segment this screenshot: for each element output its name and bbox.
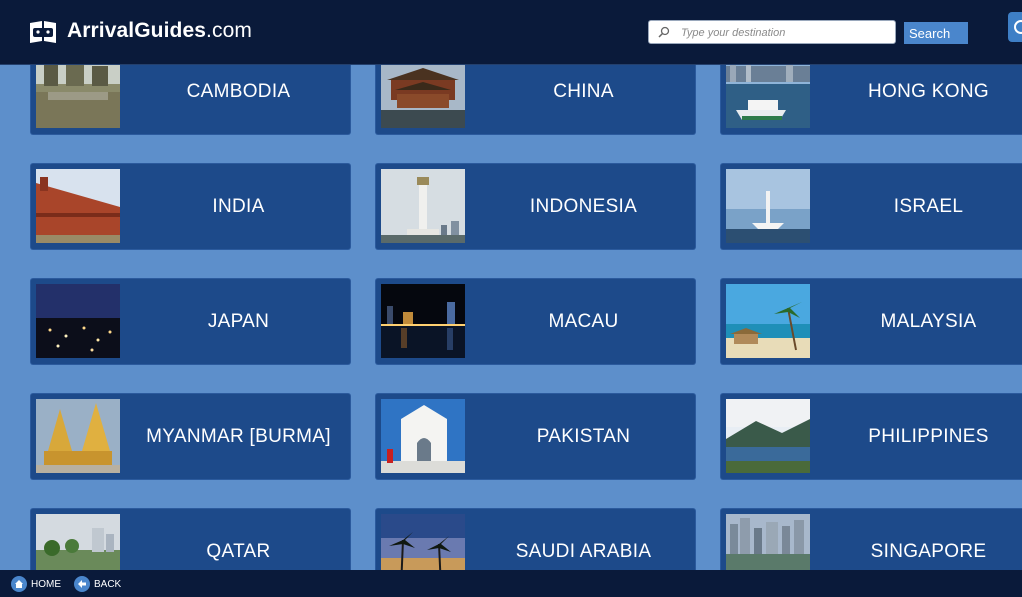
back-button[interactable]: BACK (74, 576, 121, 592)
destination-label: ISRAEL (893, 195, 964, 217)
destination-thumbnail (726, 284, 810, 358)
top-bar: ArrivalGuides.com Search (0, 0, 1022, 65)
book-logo-icon (30, 21, 56, 43)
destination-thumbnail (36, 284, 120, 358)
destination-thumbnail (726, 399, 810, 473)
destination-thumbnail (36, 169, 120, 243)
destination-thumbnail (381, 399, 465, 473)
destination-tile-malaysia[interactable]: MALAYSIA (721, 279, 1022, 364)
destination-thumbnail (381, 54, 465, 128)
destination-tile-israel[interactable]: ISRAEL (721, 164, 1022, 249)
search-button[interactable]: Search (904, 22, 968, 44)
brand-name: ArrivalGuides.com (67, 19, 252, 42)
back-arrow-icon (74, 576, 90, 592)
brand-logo[interactable]: ArrivalGuides.com (28, 15, 252, 47)
bottom-bar: HOME BACK (0, 570, 1022, 597)
search-input[interactable] (679, 23, 893, 43)
destination-thumbnail (381, 284, 465, 358)
destination-label: MYANMAR [BURMA] (146, 425, 331, 447)
destination-label: JAPAN (207, 310, 270, 332)
destination-grid: CAMBODIA CHINA HONG KONG INDIA INDONESIA… (0, 0, 1022, 594)
search-icon (658, 26, 670, 38)
home-label: HOME (31, 578, 61, 590)
destination-tile-india[interactable]: INDIA (31, 164, 350, 249)
home-button[interactable]: HOME (11, 576, 61, 592)
destination-label: PHILIPPINES (868, 425, 989, 447)
destination-tile-macau[interactable]: MACAU (376, 279, 695, 364)
search-box[interactable] (648, 20, 896, 44)
destination-label: INDONESIA (529, 195, 638, 217)
settings-button[interactable] (1008, 12, 1022, 42)
home-icon (11, 576, 27, 592)
destination-label: MACAU (548, 310, 619, 332)
destination-tile-pakistan[interactable]: PAKISTAN (376, 394, 695, 479)
destination-thumbnail (36, 399, 120, 473)
destination-tile-philippines[interactable]: PHILIPPINES (721, 394, 1022, 479)
destination-tile-japan[interactable]: JAPAN (31, 279, 350, 364)
destination-tile-myanmar[interactable]: MYANMAR [BURMA] (31, 394, 350, 479)
destination-label: MALAYSIA (880, 310, 977, 332)
destination-thumbnail (726, 54, 810, 128)
destination-label: INDIA (212, 195, 265, 217)
destination-thumbnail (726, 169, 810, 243)
destination-tile-indonesia[interactable]: INDONESIA (376, 164, 695, 249)
back-label: BACK (94, 578, 122, 590)
destination-thumbnail (36, 54, 120, 128)
destination-label: PAKISTAN (536, 425, 631, 447)
destination-thumbnail (381, 169, 465, 243)
